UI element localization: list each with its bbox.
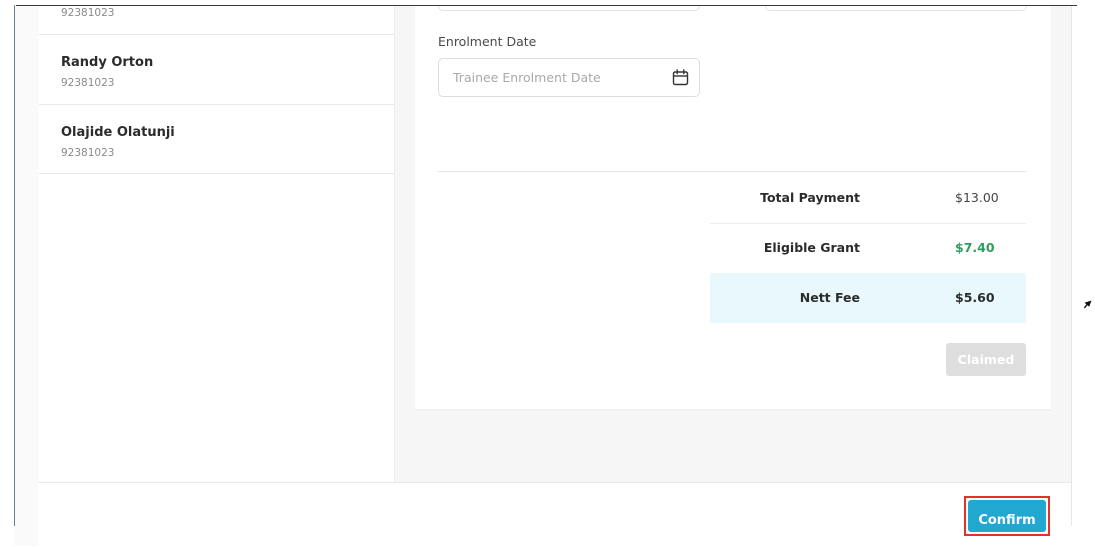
frame-left-border — [14, 5, 15, 526]
eligible-grant-value: $7.40 — [955, 240, 995, 255]
eligible-grant-row: Eligible Grant $7.40 — [710, 223, 1026, 273]
mouse-cursor-icon — [1083, 300, 1092, 309]
trainee-name: Randy Orton — [61, 55, 154, 70]
top-divider-line — [16, 5, 1077, 6]
nett-fee-row: Nett Fee $5.60 — [710, 273, 1026, 323]
frame-right-border — [1071, 5, 1072, 526]
trainee-list-item[interactable]: 92381023 — [39, 5, 394, 35]
trainee-id: 92381023 — [61, 77, 115, 89]
total-payment-label: Total Payment — [760, 190, 860, 205]
nett-fee-label: Nett Fee — [799, 290, 860, 305]
footer-bar: Confirm — [38, 482, 1071, 547]
trainee-id: 92381023 — [61, 147, 115, 159]
trainee-list-item[interactable]: Randy Orton 92381023 — [39, 35, 394, 105]
enrolment-date-placeholder: Trainee Enrolment Date — [453, 70, 601, 85]
trainee-id: 92381023 — [61, 7, 115, 19]
trainee-list: 92381023 Randy Orton 92381023 Olajide Ol… — [39, 5, 395, 482]
enrolment-date-input[interactable]: Trainee Enrolment Date — [438, 58, 700, 97]
total-payment-value: $13.00 — [955, 190, 999, 205]
trainee-name: Olajide Olatunji — [61, 125, 175, 140]
summary-divider — [438, 171, 1026, 172]
calendar-icon[interactable] — [672, 69, 689, 86]
eligible-grant-label: Eligible Grant — [763, 240, 860, 255]
total-payment-row: Total Payment $13.00 — [710, 173, 1026, 224]
enrolment-date-label: Enrolment Date — [438, 34, 537, 49]
claimed-button[interactable]: Claimed — [946, 343, 1026, 376]
trainee-list-item[interactable]: Olajide Olatunji 92381023 — [39, 105, 394, 174]
trainee-detail-card: Enrolment Date Trainee Enrolment Date To… — [415, 5, 1051, 409]
confirm-button[interactable]: Confirm — [968, 500, 1046, 532]
nett-fee-value: $5.60 — [955, 290, 995, 305]
